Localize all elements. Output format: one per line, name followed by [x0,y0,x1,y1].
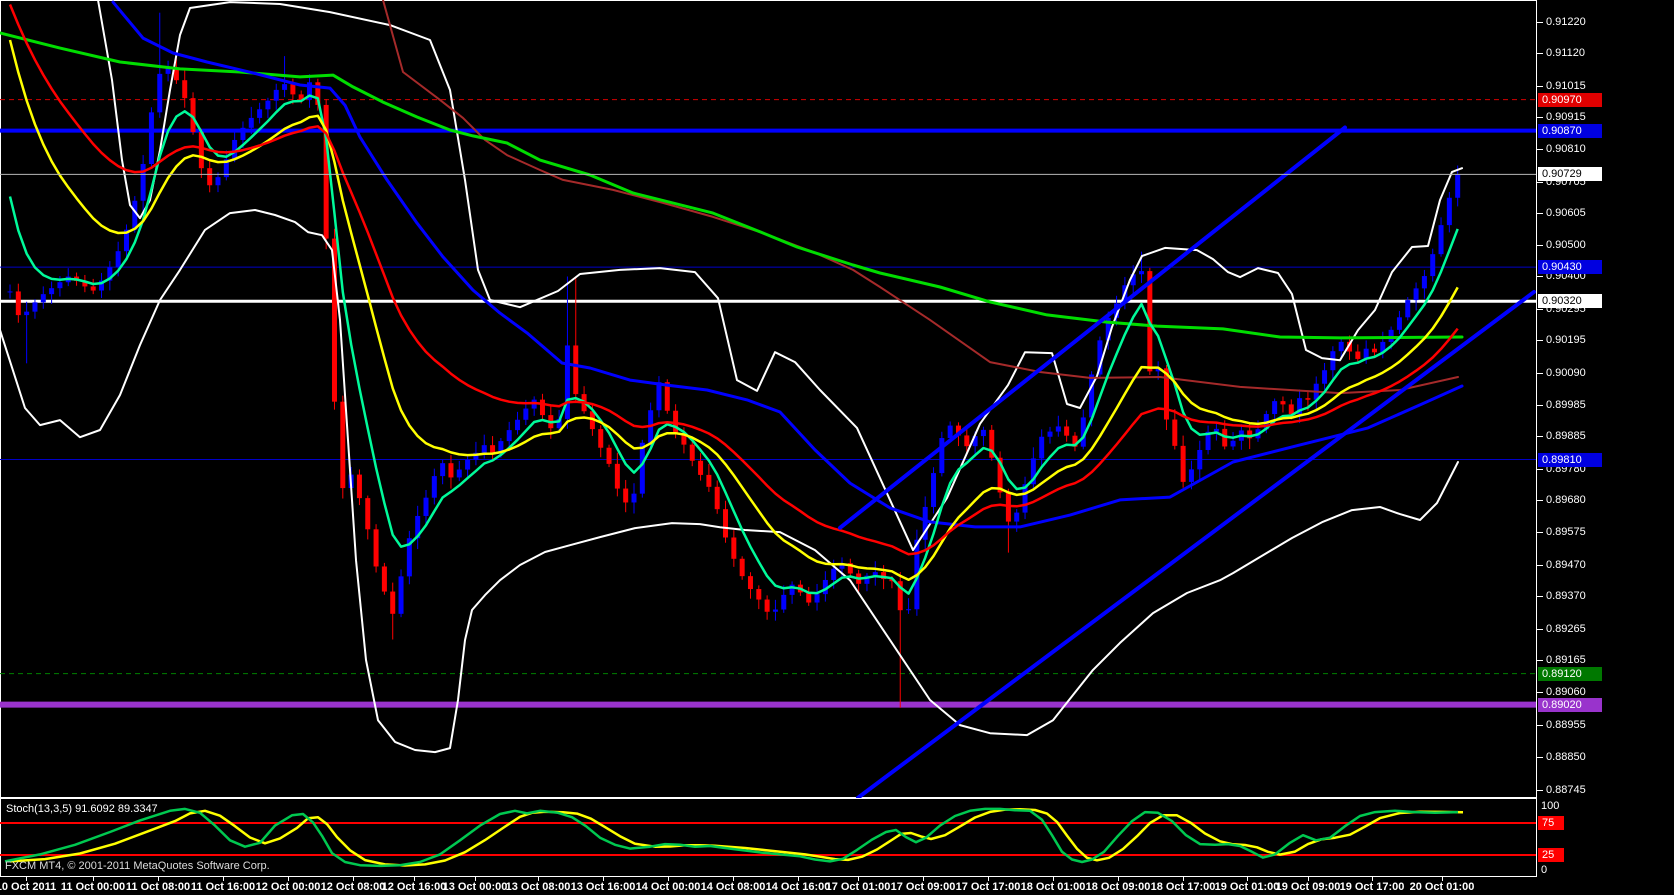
price-tick-mark [1537,499,1543,501]
price-line-badge: 0.90320 [1538,294,1602,309]
time-tick-label: 11 Oct 08:00 [125,881,191,893]
price-tick-label: 0.90195 [1546,334,1586,347]
price-tick-label: 0.89680 [1546,493,1586,506]
price-tick-label: 0.91015 [1546,79,1586,92]
price-tick-label: 0.88850 [1546,751,1586,764]
price-tick-mark [1537,532,1543,534]
price-tick-mark [1537,53,1543,55]
price-tick-label: 0.91120 [1546,47,1585,60]
time-tick-label: 14 Oct 00:00 [635,881,701,893]
price-tick-label: 0.88955 [1546,718,1586,731]
lower-bollinger-band [0,209,1459,754]
stochastic-label: Stoch(13,3,5) 91.6092 89.3347 [6,803,158,815]
price-tick-mark [1537,789,1543,791]
price-tick-label: 0.90500 [1546,239,1586,252]
price-tick-mark [1537,692,1543,694]
price-tick-label: 0.89885 [1546,430,1586,443]
price-tick-mark [1537,757,1543,759]
time-tick-label: 10 Oct 2011 [0,881,57,893]
time-tick-label: 18 Oct 17:00 [1150,881,1216,893]
price-tick-mark [1537,309,1543,311]
ascending-trendline-upper[interactable] [838,125,1347,530]
time-tick-label: 17 Oct 17:00 [955,881,1021,893]
price-tick-label: 0.91220 [1546,16,1586,28]
stoch-level-label: 100 [1541,800,1560,812]
price-tick-mark [1537,628,1543,630]
price-tick-mark [1537,181,1543,183]
time-tick-label: 19 Oct 01:00 [1214,881,1280,893]
price-axis[interactable]: 0.91220 0.91120 0.91015 0.90915 0.90810 0.907… [1537,0,1674,877]
time-tick-label: 19 Oct 09:00 [1275,881,1341,893]
price-tick-mark [1537,596,1543,598]
time-tick-label: 14 Oct 16:00 [765,881,831,893]
time-tick-label: 13 Oct 08:00 [505,881,571,893]
time-tick-label: 13 Oct 16:00 [570,881,636,893]
mt4-chart-window: Stoch(13,3,5) 91.6092 89.3347 FXCM MT4, … [0,0,1674,895]
price-tick-label: 0.89370 [1546,590,1586,603]
slow-ma-green [0,31,1464,340]
stoch-level-label: 0 [1541,864,1548,876]
price-tick-mark [1537,372,1543,374]
time-tick-label: 11 Oct 16:00 [190,881,256,893]
main-price-chart[interactable] [0,0,1537,798]
candles [7,12,1461,708]
upper-bollinger-band [97,0,1463,552]
price-tick-mark [1537,405,1543,407]
fast-ma-yellow [8,39,1459,582]
price-tick-label: 0.88745 [1546,783,1586,796]
price-tick-mark [1537,724,1543,726]
price-tick-label: 0.89575 [1546,526,1586,539]
slow-ma-maroon [382,0,1459,395]
stoch-level-label: 75 [1538,816,1564,830]
time-tick-label: 20 Oct 01:00 [1409,881,1475,893]
price-tick-mark [1537,22,1543,23]
price-line-badge: 0.89020 [1538,697,1602,712]
price-line-badge: 0.90729 [1538,167,1602,182]
price-tick-mark [1537,276,1543,278]
price-tick-mark [1537,659,1543,661]
price-tick-mark [1537,85,1543,87]
price-tick-label: 0.89165 [1546,653,1586,666]
time-tick-label: 18 Oct 01:00 [1020,881,1086,893]
fast-ma-red [8,4,1459,556]
price-tick-label: 0.89265 [1546,622,1586,635]
price-tick-mark [1537,436,1543,438]
ascending-trendline-lower[interactable] [856,289,1536,798]
copyright-text: FXCM MT4, © 2001-2011 MetaQuotes Softwar… [5,860,270,872]
price-tick-mark [1537,565,1543,567]
price-tick-label: 0.89060 [1546,686,1586,699]
time-tick-label: 11 Oct 00:00 [60,881,126,893]
time-axis[interactable]: 10 Oct 2011 11 Oct 00:00 11 Oct 08:00 11 Oc… [0,877,1674,895]
price-tick-mark [1537,340,1543,342]
time-tick-label: 13 Oct 00:00 [442,881,508,893]
time-tick-label: 12 Oct 08:00 [320,881,386,893]
price-line-badge: 0.90970 [1538,92,1602,107]
time-tick-label: 14 Oct 08:00 [700,881,766,893]
price-tick-mark [1537,212,1543,214]
price-tick-label: 0.90605 [1546,206,1586,219]
time-tick-label: 17 Oct 09:00 [890,881,956,893]
time-tick-label: 17 Oct 01:00 [825,881,891,893]
price-tick-mark [1537,468,1543,470]
price-line-badge: 0.89120 [1538,666,1602,681]
price-tick-label: 0.89985 [1546,399,1586,412]
time-tick-label: 12 Oct 00:00 [255,881,321,893]
medium-ma-blue [111,0,1464,529]
price-line-badge: 0.89810 [1538,452,1602,467]
time-tick-label: 12 Oct 16:00 [381,881,447,893]
price-line-badge: 0.90870 [1538,123,1602,138]
price-tick-mark [1537,116,1543,118]
stoch-level-label: 25 [1538,848,1564,862]
price-tick-label: 0.89470 [1546,559,1586,572]
price-tick-label: 0.90915 [1546,110,1586,123]
price-tick-label: 0.90810 [1546,143,1586,156]
price-tick-mark [1537,149,1543,151]
time-tick-label: 18 Oct 09:00 [1085,881,1151,893]
price-tick-mark [1537,245,1543,247]
time-tick-label: 19 Oct 17:00 [1339,881,1405,893]
price-line-badge: 0.90430 [1538,260,1602,275]
price-tick-label: 0.90090 [1546,366,1586,379]
